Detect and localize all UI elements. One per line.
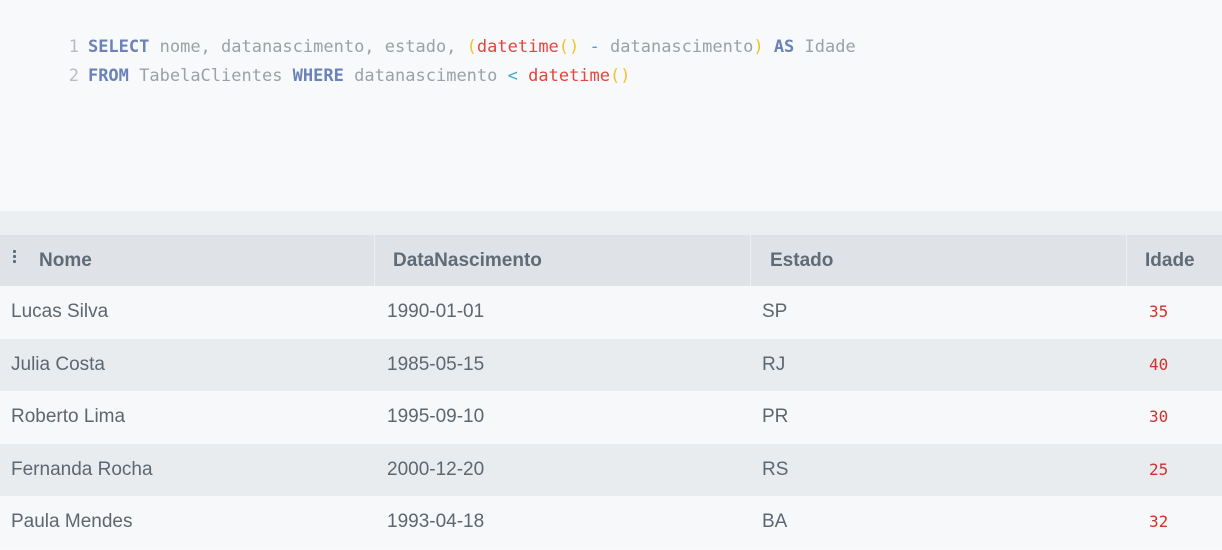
sql-editor[interactable]: 1 SELECT nome, datanascimento, estado, (d… xyxy=(0,0,1222,211)
table-row[interactable]: Paula Mendes 1993-04-18 BA 32 xyxy=(0,496,1222,549)
code-token: () xyxy=(610,66,631,86)
table-row[interactable]: Roberto Lima 1995-09-10 PR 30 xyxy=(0,391,1222,444)
table-row[interactable]: Julia Costa 1985-05-15 RJ 40 xyxy=(0,338,1222,391)
cell-datanascimento: 1995-09-10 xyxy=(387,406,485,427)
column-header-estado[interactable]: Estado xyxy=(751,235,1127,286)
cell-idade: 25 xyxy=(1149,459,1169,479)
cell-nome: Fernanda Rocha xyxy=(11,458,153,480)
cell-datanascimento: 1993-04-18 xyxy=(387,511,485,532)
column-header-idade[interactable]: Idade xyxy=(1127,235,1222,286)
cell-datanascimento: 1990-01-01 xyxy=(387,301,485,322)
cell-datanascimento: 1985-05-15 xyxy=(387,353,485,375)
code-line-1[interactable]: 1 SELECT nome, datanascimento, estado, (d… xyxy=(0,8,856,57)
code-token: ) xyxy=(753,37,764,57)
cell-estado: SP xyxy=(762,301,788,322)
cell-idade: 30 xyxy=(1149,407,1169,426)
cell-estado: PR xyxy=(762,406,789,427)
cell-idade: 35 xyxy=(1149,302,1169,321)
cell-nome: Roberto Lima xyxy=(11,406,126,427)
cell-idade: 40 xyxy=(1149,354,1169,374)
column-header-label: Idade xyxy=(1145,250,1195,271)
column-header-nome[interactable]: Nome xyxy=(0,235,375,286)
code-token: TabelaClientes xyxy=(128,66,293,86)
cell-datanascimento: 2000-12-20 xyxy=(387,458,485,480)
code-token: datetime xyxy=(528,66,611,86)
code-token: AS xyxy=(773,37,795,57)
table-row[interactable]: Fernanda Rocha 2000-12-20 RS 25 xyxy=(0,443,1222,496)
code-token: WHERE xyxy=(292,66,344,86)
code-tokens: FROM TabelaClientes WHERE datanascimento… xyxy=(88,66,631,86)
code-token: < xyxy=(507,66,518,86)
vertical-dots-icon[interactable] xyxy=(12,250,18,264)
column-header-datanascimento[interactable]: DataNascimento xyxy=(375,235,751,286)
panel-divider xyxy=(0,211,1222,235)
cell-nome: Julia Costa xyxy=(11,353,105,375)
cell-estado: BA xyxy=(762,511,788,532)
line-number: 2 xyxy=(68,66,79,86)
code-line-2[interactable]: 2 FROM TabelaClientes WHERE datanasciment… xyxy=(0,37,631,86)
column-header-label: Estado xyxy=(770,250,834,271)
table-header: Nome DataNascimento Estado Idade xyxy=(0,235,1222,286)
cell-estado: RJ xyxy=(762,353,786,375)
cell-nome: Lucas Silva xyxy=(11,301,109,322)
code-token: datanascimento xyxy=(343,66,508,86)
code-token: Idade xyxy=(794,37,856,57)
column-header-label: DataNascimento xyxy=(393,250,542,271)
code-token: FROM xyxy=(87,66,129,86)
results-table: Nome DataNascimento Estado Idade Lucas S… xyxy=(0,235,1222,549)
table-row[interactable]: Lucas Silva 1990-01-01 SP 35 xyxy=(0,286,1222,339)
cell-nome: Paula Mendes xyxy=(11,511,133,532)
cell-idade: 32 xyxy=(1149,512,1169,531)
cell-estado: RS xyxy=(762,458,789,480)
column-header-label: Nome xyxy=(39,250,92,271)
